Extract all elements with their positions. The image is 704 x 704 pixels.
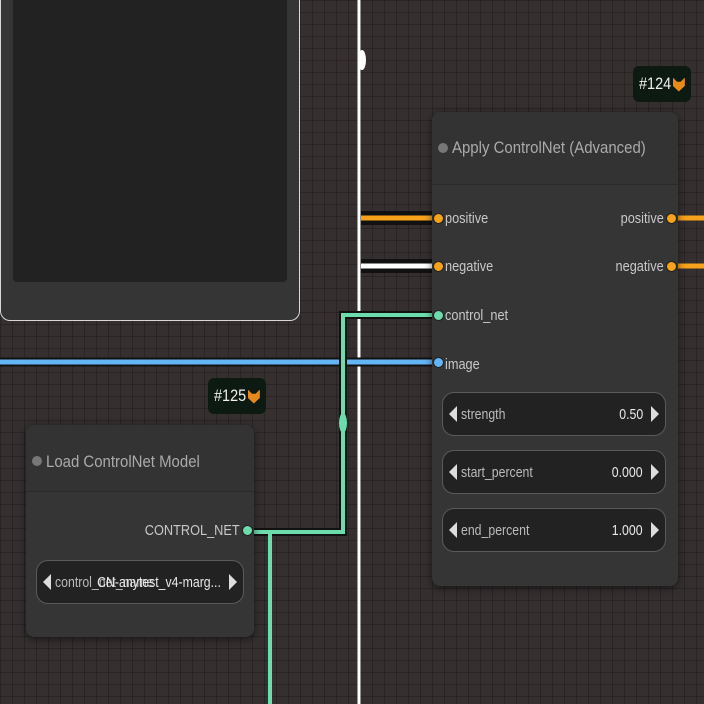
decrement-arrow-icon[interactable] (449, 522, 457, 538)
start-percent-widget[interactable]: start_percent 0.000 (442, 450, 666, 494)
widget-value: CN-anytest_v4-marg... (97, 574, 221, 591)
increment-arrow-icon[interactable] (651, 522, 659, 538)
node-badge-125: #125 (208, 378, 266, 414)
increment-arrow-icon[interactable] (651, 464, 659, 480)
widget-label: start_percent (461, 464, 533, 481)
input-label-control-net: control_net (445, 307, 509, 324)
fox-icon (247, 389, 260, 404)
image-preview-area (13, 0, 287, 282)
next-arrow-icon[interactable] (229, 574, 237, 590)
preview-node[interactable] (0, 0, 300, 321)
widget-value: 1.000 (612, 522, 643, 539)
node-title: Load ControlNet Model (46, 452, 200, 471)
collapse-dot[interactable] (32, 456, 42, 466)
load-controlnet-model-node[interactable]: Load ControlNet Model CONTROL_NET contro… (26, 425, 254, 637)
strength-widget[interactable]: strength 0.50 (442, 392, 666, 436)
end-percent-widget[interactable]: end_percent 1.000 (442, 508, 666, 552)
decrement-arrow-icon[interactable] (449, 464, 457, 480)
collapse-dot[interactable] (438, 143, 448, 153)
widget-label: end_percent (461, 522, 530, 539)
input-label-image: image (445, 356, 480, 373)
output-slot-negative[interactable] (666, 261, 677, 272)
widget-label: strength (461, 406, 506, 423)
node-title: Apply ControlNet (Advanced) (452, 138, 646, 157)
output-label-control-net: CONTROL_NET (145, 522, 240, 539)
prev-arrow-icon[interactable] (43, 574, 51, 590)
node-badge-124: #124 (633, 66, 691, 102)
output-slot-control-net[interactable] (242, 525, 253, 536)
decrement-arrow-icon[interactable] (449, 406, 457, 422)
badge-number: #125 (214, 386, 247, 405)
input-slot-positive[interactable] (433, 213, 444, 224)
input-slot-image[interactable] (433, 357, 444, 368)
reroute-dot-white[interactable] (358, 50, 366, 70)
output-label-negative: negative (615, 258, 664, 275)
increment-arrow-icon[interactable] (651, 406, 659, 422)
apply-controlnet-node[interactable]: Apply ControlNet (Advanced) positive neg… (432, 112, 678, 586)
input-slot-negative[interactable] (433, 261, 444, 272)
output-slot-positive[interactable] (666, 213, 677, 224)
input-label-negative: negative (445, 258, 494, 275)
control-net-name-widget[interactable]: control_net_name CN-anytest_v4-marg... (36, 560, 244, 604)
input-label-positive: positive (445, 210, 489, 227)
widget-value: 0.50 (619, 406, 643, 423)
badge-number: #124 (639, 74, 672, 93)
input-slot-control-net[interactable] (433, 310, 444, 321)
reroute-dot-green[interactable] (339, 413, 347, 433)
fox-icon (672, 77, 685, 92)
node-title-bar[interactable]: Load ControlNet Model (26, 425, 254, 492)
node-title-bar[interactable]: Apply ControlNet (Advanced) (432, 112, 678, 185)
output-label-positive: positive (620, 210, 664, 227)
widget-value: 0.000 (612, 464, 643, 481)
